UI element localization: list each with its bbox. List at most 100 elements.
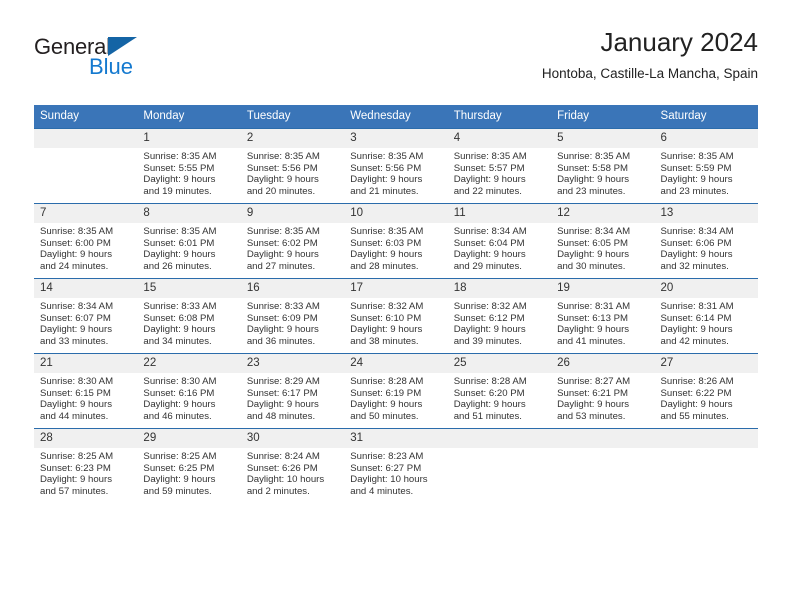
daylight-text-line1: Daylight: 9 hours: [557, 174, 630, 186]
calendar-day-cell[interactable]: 1 Sunrise: 8:35 AM Sunset: 5:55 PM Daylight…: [137, 128, 241, 204]
calendar-day-cell[interactable]: 20 Sunrise: 8:31 AM Sunset: 6:14 PM Dayligh…: [654, 278, 758, 354]
sunset-text: Sunset: 6:06 PM: [660, 237, 732, 249]
calendar-day-cell[interactable]: 23 Sunrise: 8:29 AM Sunset: 6:17 PM Dayligh…: [240, 353, 345, 429]
sunrise-text: Sunrise: 8:34 AM: [40, 301, 114, 312]
sunset-text: Sunset: 6:01 PM: [143, 237, 215, 249]
sunset-text: Sunset: 6:19 PM: [350, 387, 422, 399]
sunset-text: Sunset: 6:14 PM: [660, 312, 732, 324]
day-details: Sunrise: 8:35 AM Sunset: 6:01 PM Daylight:…: [137, 223, 240, 272]
daylight-text-line2: and 20 minutes.: [246, 185, 316, 197]
daylight-text-line1: Daylight: 9 hours: [143, 324, 216, 336]
calendar-day-cell[interactable]: 15 Sunrise: 8:33 AM Sunset: 6:08 PM Dayligh…: [137, 278, 241, 354]
day-details: Sunrise: 8:30 AM Sunset: 6:15 PM Daylight:…: [34, 373, 137, 422]
daylight-text-line1: Daylight: 9 hours: [143, 399, 216, 411]
calendar-day-cell[interactable]: 22 Sunrise: 8:30 AM Sunset: 6:16 PM Dayligh…: [137, 353, 241, 429]
daylight-text-line1: Daylight: 9 hours: [40, 474, 112, 486]
calendar-day-cell[interactable]: 25 Sunrise: 8:28 AM Sunset: 6:20 PM Dayligh…: [447, 353, 552, 429]
calendar-day-cell[interactable]: 27 Sunrise: 8:26 AM Sunset: 6:22 PM Dayligh…: [654, 353, 758, 429]
calendar-day-cell[interactable]: 4 Sunrise: 8:35 AM Sunset: 5:57 PM Daylight…: [447, 128, 552, 204]
daylight-text-line1: Daylight: 9 hours: [350, 324, 423, 336]
day-details: Sunrise: 8:33 AM Sunset: 6:09 PM Daylight:…: [241, 298, 344, 347]
calendar-day-cell[interactable]: 9 Sunrise: 8:35 AM Sunset: 6:02 PM Daylight…: [240, 203, 345, 279]
calendar-day-cell[interactable]: 16 Sunrise: 8:33 AM Sunset: 6:09 PM Dayligh…: [240, 278, 345, 354]
sunrise-text: Sunrise: 8:31 AM: [660, 301, 734, 312]
sunset-text: Sunset: 5:56 PM: [246, 162, 318, 174]
daylight-text-line2: and 38 minutes.: [350, 335, 419, 347]
sunrise-text: Sunrise: 8:30 AM: [143, 376, 217, 387]
calendar-day-cell[interactable]: 11 Sunrise: 8:34 AM Sunset: 6:04 PM Dayligh…: [447, 203, 552, 279]
day-number: 3: [344, 129, 448, 148]
sunrise-text: Sunrise: 8:32 AM: [350, 301, 424, 312]
day-number: 16: [240, 279, 345, 298]
sunrise-text: Sunrise: 8:34 AM: [660, 226, 734, 237]
calendar-day-cell[interactable]: 31 Sunrise: 8:23 AM Sunset: 6:27 PM Dayligh…: [344, 428, 448, 503]
day-details: Sunrise: 8:34 AM Sunset: 6:07 PM Daylight:…: [34, 298, 137, 347]
sunrise-text: Sunrise: 8:35 AM: [246, 151, 320, 162]
day-details: Sunrise: 8:26 AM Sunset: 6:22 PM Daylight:…: [655, 373, 758, 422]
sunset-text: Sunset: 6:25 PM: [143, 462, 215, 474]
sunrise-text: Sunrise: 8:28 AM: [453, 376, 527, 387]
calendar-day-cell[interactable]: 19 Sunrise: 8:31 AM Sunset: 6:13 PM Dayligh…: [551, 278, 655, 354]
sunset-text: Sunset: 6:15 PM: [40, 387, 111, 399]
day-number: 17: [344, 279, 448, 298]
calendar-day-cell[interactable]: 3 Sunrise: 8:35 AM Sunset: 5:56 PM Daylight…: [344, 128, 448, 204]
weekday-header-wednesday: Wednesday: [344, 105, 448, 129]
day-details: Sunrise: 8:35 AM Sunset: 5:56 PM Daylight:…: [344, 148, 447, 197]
sunset-text: Sunset: 6:23 PM: [40, 462, 111, 474]
weekday-header-friday: Friday: [551, 105, 655, 129]
calendar-day-cell[interactable]: 7 Sunrise: 8:35 AM Sunset: 6:00 PM Daylight…: [34, 203, 138, 279]
calendar-day-cell[interactable]: 30 Sunrise: 8:24 AM Sunset: 6:26 PM Dayligh…: [240, 428, 345, 503]
sunset-text: Sunset: 6:05 PM: [557, 237, 629, 249]
daylight-text-line2: and 29 minutes.: [453, 260, 522, 272]
day-details: Sunrise: 8:25 AM Sunset: 6:25 PM Daylight:…: [137, 448, 240, 497]
day-number: 20: [654, 279, 758, 298]
day-details: Sunrise: 8:28 AM Sunset: 6:19 PM Daylight:…: [344, 373, 447, 422]
daylight-text-line2: and 27 minutes.: [246, 260, 316, 272]
sunrise-text: Sunrise: 8:35 AM: [660, 151, 734, 162]
daylight-text-line2: and 22 minutes.: [453, 185, 522, 197]
calendar-day-cell[interactable]: 29 Sunrise: 8:25 AM Sunset: 6:25 PM Dayligh…: [137, 428, 241, 503]
day-details: Sunrise: 8:35 AM Sunset: 5:57 PM Daylight:…: [448, 148, 551, 197]
day-details: Sunrise: 8:31 AM Sunset: 6:13 PM Daylight:…: [551, 298, 654, 347]
daylight-text-line1: Daylight: 9 hours: [660, 324, 733, 336]
sunset-text: Sunset: 5:55 PM: [143, 162, 215, 174]
sunset-text: Sunset: 6:20 PM: [453, 387, 525, 399]
sunset-text: Sunset: 6:10 PM: [350, 312, 422, 324]
calendar-day-cell[interactable]: 6 Sunrise: 8:35 AM Sunset: 5:59 PM Daylight…: [654, 128, 758, 204]
sunrise-text: Sunrise: 8:25 AM: [143, 451, 217, 462]
calendar-day-cell[interactable]: 13 Sunrise: 8:34 AM Sunset: 6:06 PM Dayligh…: [654, 203, 758, 279]
day-details: Sunrise: 8:35 AM Sunset: 6:03 PM Daylight:…: [344, 223, 447, 272]
day-number: 27: [654, 354, 758, 373]
daylight-text-line1: Daylight: 9 hours: [350, 399, 423, 411]
daylight-text-line1: Daylight: 9 hours: [143, 474, 216, 486]
page-title: January 2024: [600, 27, 758, 57]
calendar-day-cell[interactable]: 28 Sunrise: 8:25 AM Sunset: 6:23 PM Dayligh…: [34, 428, 138, 503]
general-blue-logo[interactable]: General Blue: [34, 34, 214, 90]
calendar-day-cell[interactable]: 24 Sunrise: 8:28 AM Sunset: 6:19 PM Dayligh…: [344, 353, 448, 429]
calendar-week-row: 1 Sunrise: 8:35 AM Sunset: 5:55 PM Daylight…: [34, 128, 758, 204]
calendar-day-cell[interactable]: 18 Sunrise: 8:32 AM Sunset: 6:12 PM Dayligh…: [447, 278, 552, 354]
day-number: 31: [344, 429, 448, 448]
daylight-text-line1: Daylight: 9 hours: [453, 249, 526, 261]
daylight-text-line2: and 51 minutes.: [453, 410, 522, 422]
day-details: Sunrise: 8:35 AM Sunset: 6:00 PM Daylight:…: [34, 223, 137, 272]
calendar-day-cell[interactable]: 2 Sunrise: 8:35 AM Sunset: 5:56 PM Daylight…: [240, 128, 345, 204]
daylight-text-line1: Daylight: 9 hours: [453, 174, 526, 186]
calendar-day-cell[interactable]: 26 Sunrise: 8:27 AM Sunset: 6:21 PM Dayligh…: [551, 353, 655, 429]
calendar-day-cell[interactable]: 5 Sunrise: 8:35 AM Sunset: 5:58 PM Daylight…: [551, 128, 655, 204]
calendar-day-cell[interactable]: 17 Sunrise: 8:32 AM Sunset: 6:10 PM Dayligh…: [344, 278, 448, 354]
calendar-page: General Blue January 2024 Hontoba, Casti…: [0, 0, 792, 612]
day-number: 30: [240, 429, 345, 448]
calendar-day-cell[interactable]: 10 Sunrise: 8:35 AM Sunset: 6:03 PM Dayligh…: [344, 203, 448, 279]
page-subtitle: Hontoba, Castille-La Mancha, Spain: [541, 66, 758, 81]
calendar-day-cell[interactable]: 21 Sunrise: 8:30 AM Sunset: 6:15 PM Dayligh…: [34, 353, 138, 429]
daylight-text-line1: Daylight: 9 hours: [246, 249, 319, 261]
sunrise-text: Sunrise: 8:29 AM: [246, 376, 320, 387]
calendar-day-cell[interactable]: 8 Sunrise: 8:35 AM Sunset: 6:01 PM Daylight…: [137, 203, 241, 279]
calendar-day-cell[interactable]: 14 Sunrise: 8:34 AM Sunset: 6:07 PM Dayligh…: [34, 278, 138, 354]
calendar-day-cell[interactable]: 12 Sunrise: 8:34 AM Sunset: 6:05 PM Dayligh…: [551, 203, 655, 279]
sunrise-text: Sunrise: 8:35 AM: [350, 151, 424, 162]
day-number: [551, 429, 655, 448]
logo-text-blue: Blue: [89, 54, 134, 79]
daylight-text-line2: and 28 minutes.: [350, 260, 419, 272]
